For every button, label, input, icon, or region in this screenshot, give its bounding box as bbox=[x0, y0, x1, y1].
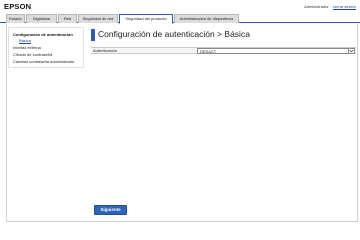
tab-seguridad-del-producto[interactable]: Seguridad del producto bbox=[119, 14, 173, 24]
next-button[interactable]: Siguiente bbox=[94, 205, 127, 215]
authentication-row: Autenticación DESACT bbox=[91, 47, 356, 54]
sidebar: Configuración de autenticación Básica In… bbox=[8, 27, 84, 68]
header: EPSON Administrador cerrar sesión bbox=[0, 0, 360, 13]
tab-seguridad-de-red[interactable]: Seguridad de red bbox=[78, 14, 118, 23]
tab-estado[interactable]: Estado bbox=[6, 14, 25, 23]
sidebar-item-interfaz-externa[interactable]: Interfaz externa bbox=[13, 45, 41, 50]
logout-link[interactable]: cerrar sesión bbox=[333, 4, 356, 9]
tab-red[interactable]: Red bbox=[58, 14, 77, 23]
tab-digitalizar[interactable]: Digitalizar bbox=[26, 14, 57, 23]
user-area: Administrador cerrar sesión bbox=[304, 4, 356, 9]
chevron-down-icon[interactable] bbox=[348, 49, 354, 53]
title-accent-bar bbox=[91, 29, 95, 41]
sidebar-item-cambiar-contrasena[interactable]: Cambiar contraseña administrador bbox=[13, 59, 74, 64]
user-name: Administrador bbox=[304, 4, 329, 9]
page-title: Configuración de autenticación > Básica bbox=[98, 29, 250, 39]
sidebar-item-basica[interactable]: Básica bbox=[19, 38, 31, 43]
authentication-select-value: DESACT bbox=[200, 49, 217, 54]
tab-administracion-de-dispositivos[interactable]: Administración de dispositivos bbox=[174, 14, 239, 23]
sidebar-item-configuracion-autenticacion[interactable]: Configuración de autenticación bbox=[13, 32, 73, 37]
sidebar-item-cifrado-contrasena[interactable]: Cifrado de contraseña bbox=[13, 52, 52, 57]
epson-logo: EPSON bbox=[4, 2, 32, 11]
authentication-label: Autenticación bbox=[93, 48, 118, 53]
authentication-select[interactable]: DESACT bbox=[197, 48, 355, 54]
tab-bar: Estado Digitalizar Red Seguridad de red … bbox=[0, 13, 360, 24]
